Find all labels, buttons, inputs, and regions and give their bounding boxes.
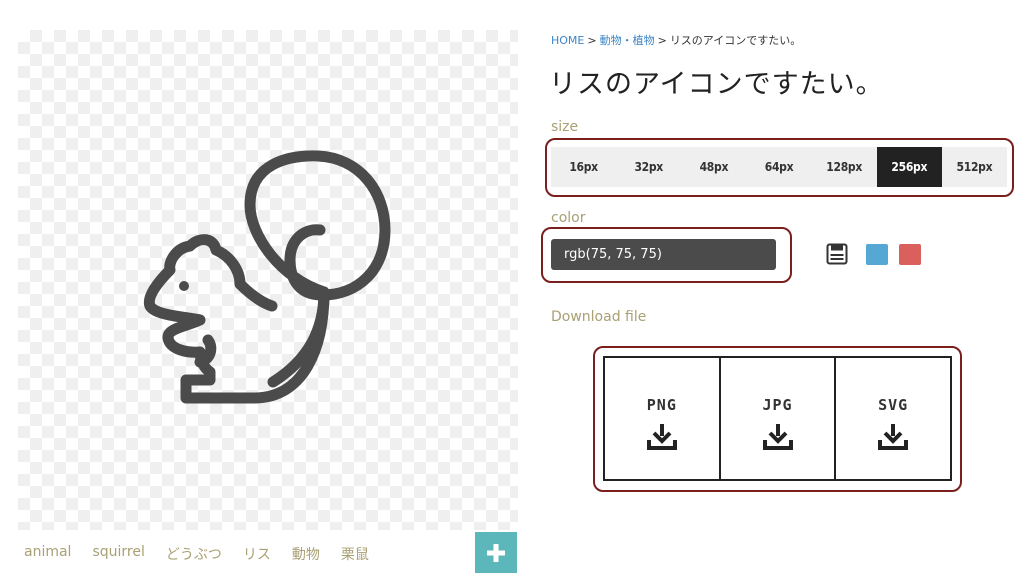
size-option-48[interactable]: 48px: [681, 147, 746, 187]
plus-icon: [487, 543, 505, 562]
size-option-512[interactable]: 512px: [942, 147, 1007, 187]
tag-risu-kanji[interactable]: 栗鼠: [341, 544, 369, 564]
breadcrumb-current: リスのアイコンですたい。: [669, 34, 802, 47]
tag-squirrel[interactable]: squirrel: [92, 544, 144, 564]
download-label: Download file: [551, 309, 647, 325]
download-icon: [878, 424, 909, 450]
tag-list: animal squirrel どうぶつ リス 動物 栗鼠: [24, 544, 390, 564]
size-option-256[interactable]: 256px: [876, 147, 942, 187]
color-swatch-blue[interactable]: [866, 244, 888, 265]
download-icon: [646, 424, 677, 450]
size-label: size: [551, 119, 579, 135]
tag-doubutsu-hiragana[interactable]: どうぶつ: [166, 544, 222, 564]
size-option-16[interactable]: 16px: [551, 147, 616, 187]
download-jpg-button[interactable]: JPG: [718, 358, 835, 479]
download-png-button[interactable]: PNG: [605, 358, 719, 479]
tag-risu[interactable]: リス: [243, 544, 271, 564]
breadcrumb-separator: >: [657, 34, 667, 47]
breadcrumb-home[interactable]: HOME: [551, 34, 584, 47]
tag-animal[interactable]: animal: [24, 544, 71, 564]
breadcrumb-separator: >: [587, 34, 597, 47]
squirrel-icon: [143, 150, 391, 404]
breadcrumb-category[interactable]: 動物・植物: [600, 34, 655, 47]
save-icon[interactable]: [826, 243, 848, 269]
icon-preview: [18, 30, 518, 530]
color-input[interactable]: [551, 239, 776, 270]
add-button[interactable]: [475, 532, 517, 573]
size-option-64[interactable]: 64px: [746, 147, 811, 187]
color-swatch-red[interactable]: [899, 244, 921, 265]
color-label: color: [551, 210, 586, 226]
page-title: リスのアイコンですたい。: [549, 69, 884, 100]
size-selector: 16px 32px 48px 64px 128px 256px 512px: [551, 147, 1007, 187]
download-options: PNG JPG SVG: [603, 356, 952, 481]
download-svg-button[interactable]: SVG: [834, 358, 950, 479]
download-svg-label: SVG: [878, 396, 909, 414]
download-icon: [762, 424, 793, 450]
breadcrumb: HOME > 動物・植物 > リスのアイコンですたい。: [551, 32, 801, 48]
download-png-label: PNG: [646, 396, 677, 414]
download-jpg-label: JPG: [762, 396, 793, 414]
size-option-32[interactable]: 32px: [616, 147, 681, 187]
size-option-128[interactable]: 128px: [812, 147, 877, 187]
tag-doubutsu-kanji[interactable]: 動物: [292, 544, 320, 564]
